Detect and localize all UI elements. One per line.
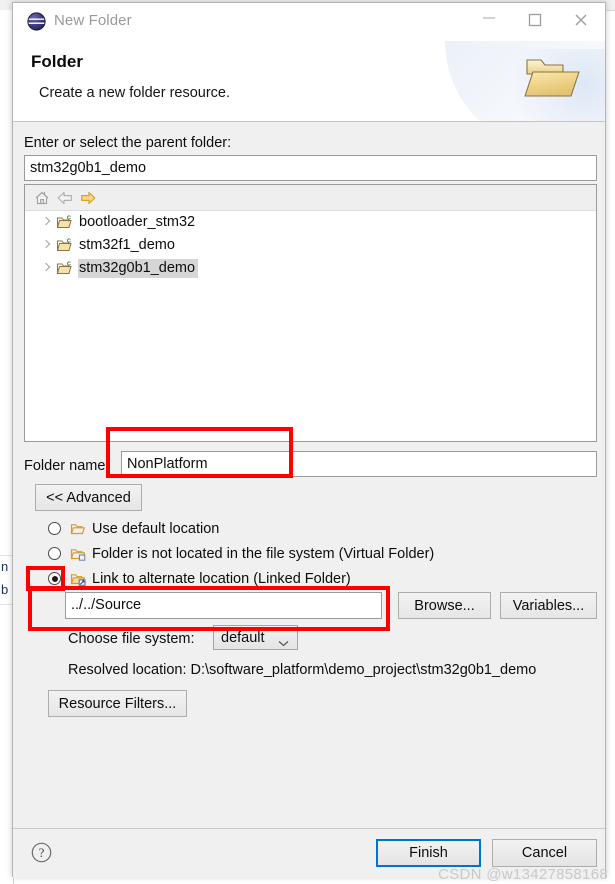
- page-description: Create a new folder resource.: [39, 85, 231, 101]
- chevron-right-icon[interactable]: [41, 240, 52, 251]
- help-question-icon[interactable]: ?: [31, 842, 52, 863]
- tree-rows: C bootloader_stm32 C stm32f1_demo C stm3…: [25, 211, 596, 280]
- cancel-button[interactable]: Cancel: [492, 839, 597, 867]
- resolved-location-label: Resolved location:: [68, 662, 187, 678]
- new-folder-dialog: New Folder Folder Create a new folder re…: [12, 2, 606, 878]
- folder-name-input[interactable]: NonPlatform: [121, 451, 597, 477]
- advanced-toggle-button[interactable]: << Advanced: [35, 484, 142, 511]
- radio-virtual-folder[interactable]: Folder is not located in the file system…: [48, 543, 434, 564]
- resource-filters-button[interactable]: Resource Filters...: [48, 690, 187, 717]
- tree-toolbar: [25, 185, 596, 211]
- chevron-right-icon[interactable]: [41, 263, 52, 274]
- variables-button[interactable]: Variables...: [500, 592, 597, 619]
- c-project-folder-icon: C: [56, 261, 73, 276]
- eclipse-globe-icon: [27, 12, 46, 31]
- file-system-select[interactable]: default: [213, 625, 298, 650]
- linked-folder-icon: [70, 572, 86, 586]
- page-title: Folder: [31, 52, 83, 71]
- svg-text:?: ?: [39, 846, 45, 860]
- close-icon[interactable]: [559, 3, 605, 33]
- minimize-icon[interactable]: [467, 3, 513, 33]
- csdn-watermark: CSDN @w13427858168: [438, 866, 608, 883]
- home-icon[interactable]: [33, 189, 51, 207]
- forward-arrow-icon[interactable]: [79, 189, 97, 207]
- tree-item-bootloader-stm32[interactable]: C bootloader_stm32: [25, 211, 596, 234]
- chevron-right-icon[interactable]: [41, 217, 52, 228]
- dialog-body: Enter or select the parent folder: stm32…: [13, 122, 605, 828]
- resolved-location-value: D:\software_platform\demo_project\stm32g…: [190, 662, 537, 678]
- svg-text:C: C: [67, 239, 71, 245]
- back-arrow-icon[interactable]: [56, 189, 74, 207]
- radio-use-default-location[interactable]: Use default location: [48, 518, 219, 539]
- backdrop-text-fragment-2: b: [1, 582, 9, 597]
- dialog-titlebar[interactable]: New Folder: [13, 3, 605, 41]
- radio-indicator[interactable]: [48, 572, 61, 585]
- tree-item-label: stm32f1_demo: [79, 237, 175, 253]
- c-project-folder-icon: C: [56, 215, 73, 230]
- tree-item-label: bootloader_stm32: [79, 214, 196, 230]
- c-project-folder-icon: C: [56, 238, 73, 253]
- radio-indicator[interactable]: [48, 547, 61, 560]
- file-system-value: default: [221, 629, 265, 646]
- browse-button[interactable]: Browse...: [398, 592, 491, 619]
- radio-indicator[interactable]: [48, 522, 61, 535]
- radio-label: Folder is not located in the file system…: [92, 545, 435, 562]
- parent-folder-label: Enter or select the parent folder:: [24, 135, 232, 151]
- link-location-input[interactable]: ../../Source: [65, 592, 382, 619]
- resolved-location: Resolved location: D:\software_platform\…: [68, 662, 597, 678]
- dialog-header: Folder Create a new folder resource.: [13, 41, 605, 122]
- radio-label: Link to alternate location (Linked Folde…: [92, 570, 351, 587]
- maximize-icon[interactable]: [513, 3, 559, 33]
- folder-open-icon: [70, 522, 86, 536]
- svg-text:C: C: [67, 262, 71, 268]
- parent-folder-input[interactable]: stm32g0b1_demo: [24, 155, 597, 181]
- virtual-folder-icon: [70, 547, 86, 561]
- tree-item-label: stm32g0b1_demo: [78, 259, 199, 278]
- dialog-title: New Folder: [54, 12, 132, 29]
- radio-linked-folder[interactable]: Link to alternate location (Linked Folde…: [48, 568, 351, 589]
- finish-button[interactable]: Finish: [376, 839, 481, 867]
- file-system-label: Choose file system:: [68, 631, 195, 647]
- tree-item-stm32f1-demo[interactable]: C stm32f1_demo: [25, 234, 596, 257]
- open-folder-icon: [521, 52, 583, 106]
- chevron-down-icon: [278, 635, 289, 651]
- radio-label: Use default location: [92, 520, 220, 537]
- svg-text:C: C: [67, 216, 71, 222]
- folder-name-label: Folder name:: [24, 458, 110, 474]
- project-tree[interactable]: C bootloader_stm32 C stm32f1_demo C stm3…: [24, 184, 597, 442]
- backdrop-text-fragment-1: n: [1, 559, 9, 574]
- tree-item-stm32g0b1-demo[interactable]: C stm32g0b1_demo: [25, 257, 596, 280]
